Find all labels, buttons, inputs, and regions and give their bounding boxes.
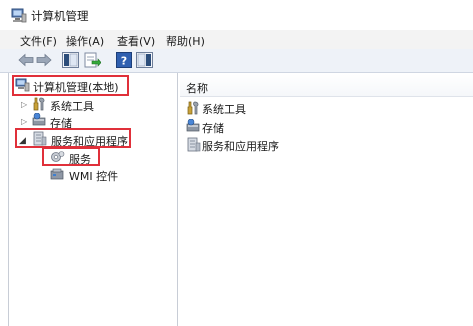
expand-arrow-icon[interactable]: ▷ bbox=[21, 117, 27, 126]
wmi-control-icon bbox=[50, 168, 64, 180]
system-tools-icon bbox=[187, 101, 199, 115]
menu-view[interactable]: 查看(V) bbox=[117, 33, 155, 49]
menu-file[interactable]: 文件(F) bbox=[20, 33, 57, 49]
svg-text:?: ? bbox=[121, 55, 127, 68]
list-row-system-tools[interactable]: 系统工具 bbox=[202, 101, 246, 117]
forward-icon[interactable] bbox=[36, 53, 52, 67]
system-tools-icon bbox=[33, 97, 45, 111]
highlight-box-services bbox=[42, 147, 100, 166]
services-and-applications-icon bbox=[187, 137, 201, 152]
menu-help[interactable]: 帮助(H) bbox=[166, 33, 205, 49]
list-row-storage[interactable]: 存储 bbox=[202, 120, 224, 136]
highlight-box-services-apps bbox=[15, 128, 131, 148]
tree-item-wmi[interactable]: WMI 控件 bbox=[69, 168, 118, 184]
computer-management-icon bbox=[11, 8, 27, 23]
tree-item-system-tools[interactable]: 系统工具 bbox=[50, 98, 94, 114]
window-title: 计算机管理 bbox=[31, 9, 89, 23]
storage-icon bbox=[32, 113, 46, 126]
column-header bbox=[180, 74, 473, 97]
show-hide-console-tree-icon[interactable] bbox=[62, 52, 79, 68]
menu-action[interactable]: 操作(A) bbox=[66, 33, 104, 49]
highlight-box-root bbox=[12, 75, 129, 96]
list-row-services-apps[interactable]: 服务和应用程序 bbox=[202, 138, 279, 154]
help-icon[interactable]: ? bbox=[116, 52, 132, 68]
storage-icon bbox=[186, 119, 200, 132]
expand-arrow-icon[interactable]: ▷ bbox=[21, 100, 27, 109]
back-icon[interactable] bbox=[18, 53, 34, 67]
export-list-icon[interactable] bbox=[84, 52, 101, 68]
column-name-header[interactable]: 名称 bbox=[186, 80, 208, 96]
properties-icon[interactable] bbox=[136, 52, 153, 68]
